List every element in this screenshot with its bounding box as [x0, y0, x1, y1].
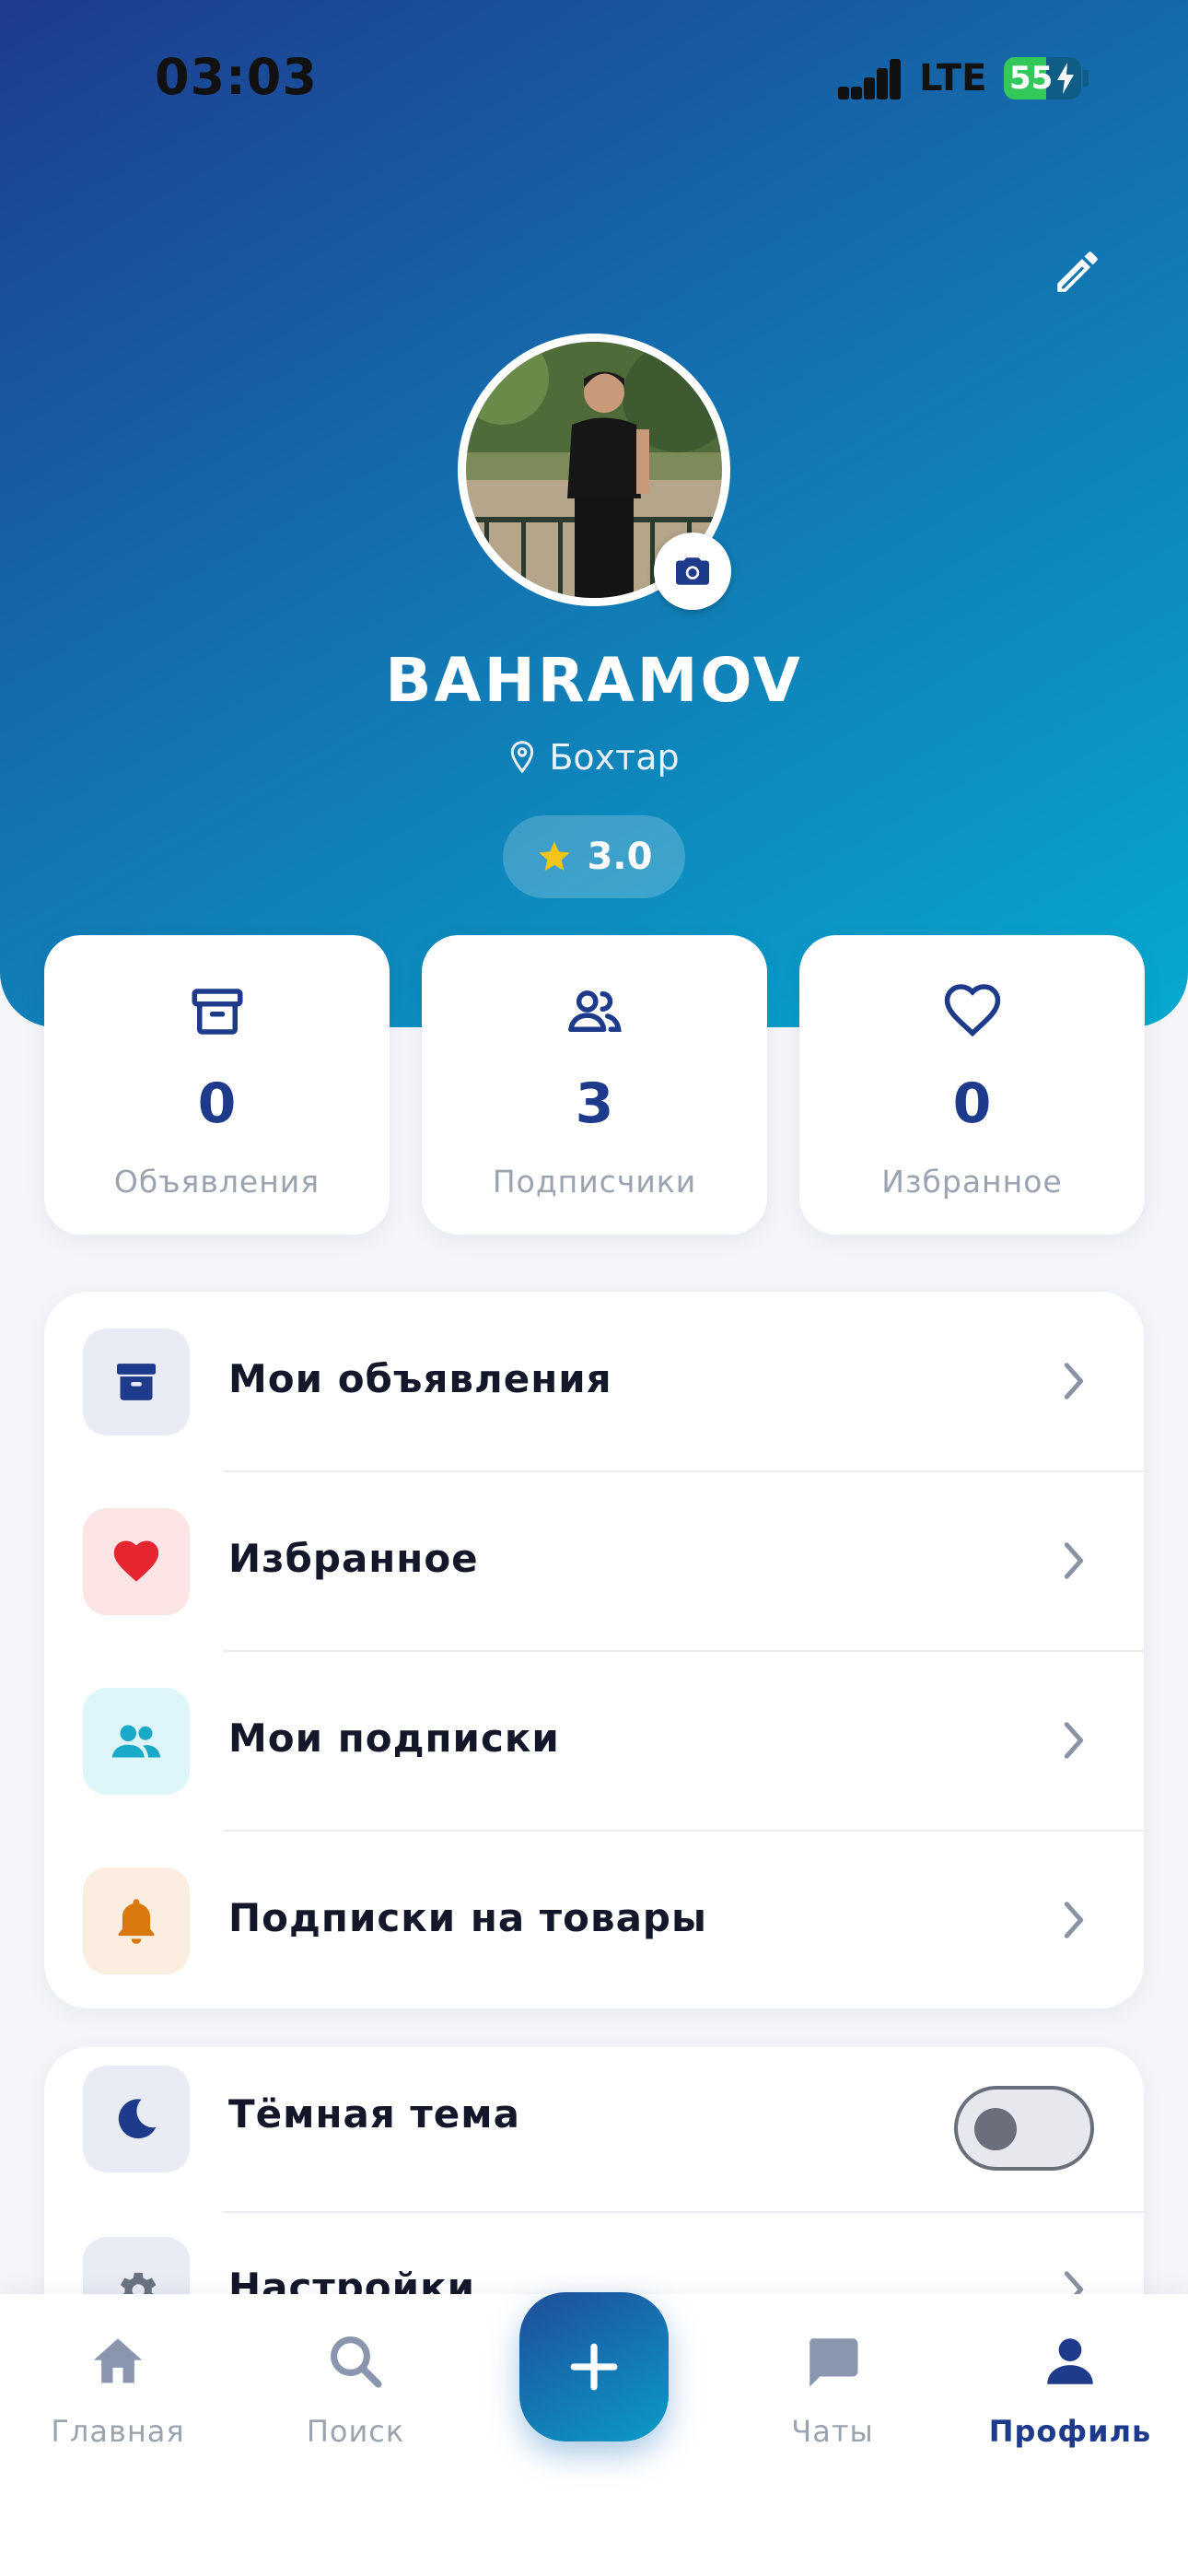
profile-location: Бохтар	[0, 737, 1188, 778]
setting-dark-theme: Тёмная тема	[44, 2047, 1144, 2213]
archive-icon	[192, 989, 242, 1035]
status-time: 03:03	[155, 48, 318, 106]
star-icon	[538, 841, 570, 871]
menu-icon-box	[83, 1868, 190, 1974]
moon-icon	[118, 2099, 157, 2139]
tab-label: Поиск	[306, 2414, 405, 2449]
setting-label: Тёмная тема	[228, 2091, 520, 2137]
camera-icon	[676, 557, 709, 585]
chat-icon	[809, 2338, 858, 2387]
home-icon	[93, 2338, 143, 2383]
network-label: LTE	[919, 57, 987, 100]
search-icon	[331, 2336, 382, 2388]
location-pin-icon	[511, 741, 534, 774]
chevron-right-icon	[1064, 1902, 1084, 1938]
battery-level: 55	[1009, 60, 1054, 97]
location-text: Бохтар	[549, 737, 680, 778]
change-photo-button[interactable]	[654, 533, 731, 610]
edit-profile-button[interactable]	[1041, 235, 1114, 309]
bell-icon	[118, 1899, 155, 1944]
chevron-right-icon	[1064, 1542, 1084, 1579]
users-icon	[111, 1725, 161, 1758]
signal-icon	[838, 59, 903, 100]
tab-search[interactable]: Поиск	[263, 2294, 448, 2497]
stat-label: Объявления	[113, 1164, 320, 1200]
chevron-right-icon	[1064, 1722, 1084, 1759]
menu-item-label: Мои объявления	[228, 1356, 612, 1401]
status-bar: 03:03 LTE 55	[0, 0, 1188, 147]
menu-icon-box	[83, 1508, 190, 1615]
menu-icon-box	[83, 1329, 190, 1435]
stat-label: Избранное	[881, 1164, 1063, 1200]
dark-theme-toggle[interactable]	[954, 2086, 1094, 2171]
menu-item-label: Избранное	[228, 1536, 479, 1581]
stat-value: 0	[197, 1071, 237, 1136]
tab-home[interactable]: Главная	[26, 2294, 210, 2497]
stat-value: 3	[575, 1071, 614, 1136]
heart-outline-icon	[944, 984, 1000, 1037]
menu-item-favorites[interactable]: Избранное	[44, 1471, 1144, 1652]
battery-cap	[1083, 70, 1089, 87]
stat-value: 0	[952, 1071, 992, 1136]
add-listing-button[interactable]	[519, 2292, 669, 2441]
person-icon	[1047, 2338, 1093, 2384]
menu-item-product-subscriptions[interactable]: Подписки на товары	[44, 1831, 1144, 2008]
tab-label: Главная	[51, 2414, 185, 2449]
chevron-right-icon	[1064, 1363, 1084, 1399]
toggle-knob	[974, 2108, 1017, 2150]
tab-label: Чаты	[791, 2414, 874, 2449]
stat-card-followers[interactable]: 3 Подписчики	[422, 935, 767, 1235]
menu-item-my-subscriptions[interactable]: Мои подписки	[44, 1651, 1144, 1832]
menu-item-label: Мои подписки	[228, 1715, 560, 1761]
tab-label: Профиль	[988, 2414, 1152, 2449]
profile-name: BAHRAMOV	[385, 645, 803, 716]
menu-icon-box	[83, 1688, 190, 1795]
heart-icon	[113, 1540, 159, 1582]
battery-icon: 55	[1004, 57, 1081, 100]
menu-item-my-listings[interactable]: Мои объявления	[44, 1292, 1144, 1472]
menu-item-label: Подписки на товары	[228, 1895, 707, 1940]
archive-icon	[117, 1364, 156, 1400]
stat-card-favorites[interactable]: 0 Избранное	[799, 935, 1145, 1235]
rating-badge: 3.0	[503, 815, 685, 898]
tab-chats[interactable]: Чаты	[740, 2294, 925, 2497]
rating-value: 3.0	[587, 836, 653, 878]
menu-icon-box	[83, 2066, 190, 2172]
menu-card: Мои объявления Избранное Мои подписки По…	[44, 1292, 1144, 2008]
tab-profile[interactable]: Профиль	[978, 2294, 1162, 2497]
pencil-icon	[1057, 252, 1098, 292]
stat-label: Подписчики	[492, 1164, 697, 1200]
plus-icon	[570, 2343, 618, 2391]
stat-card-listings[interactable]: 0 Объявления	[44, 935, 390, 1235]
charging-bolt-icon	[1057, 63, 1074, 94]
users-icon	[567, 990, 622, 1032]
